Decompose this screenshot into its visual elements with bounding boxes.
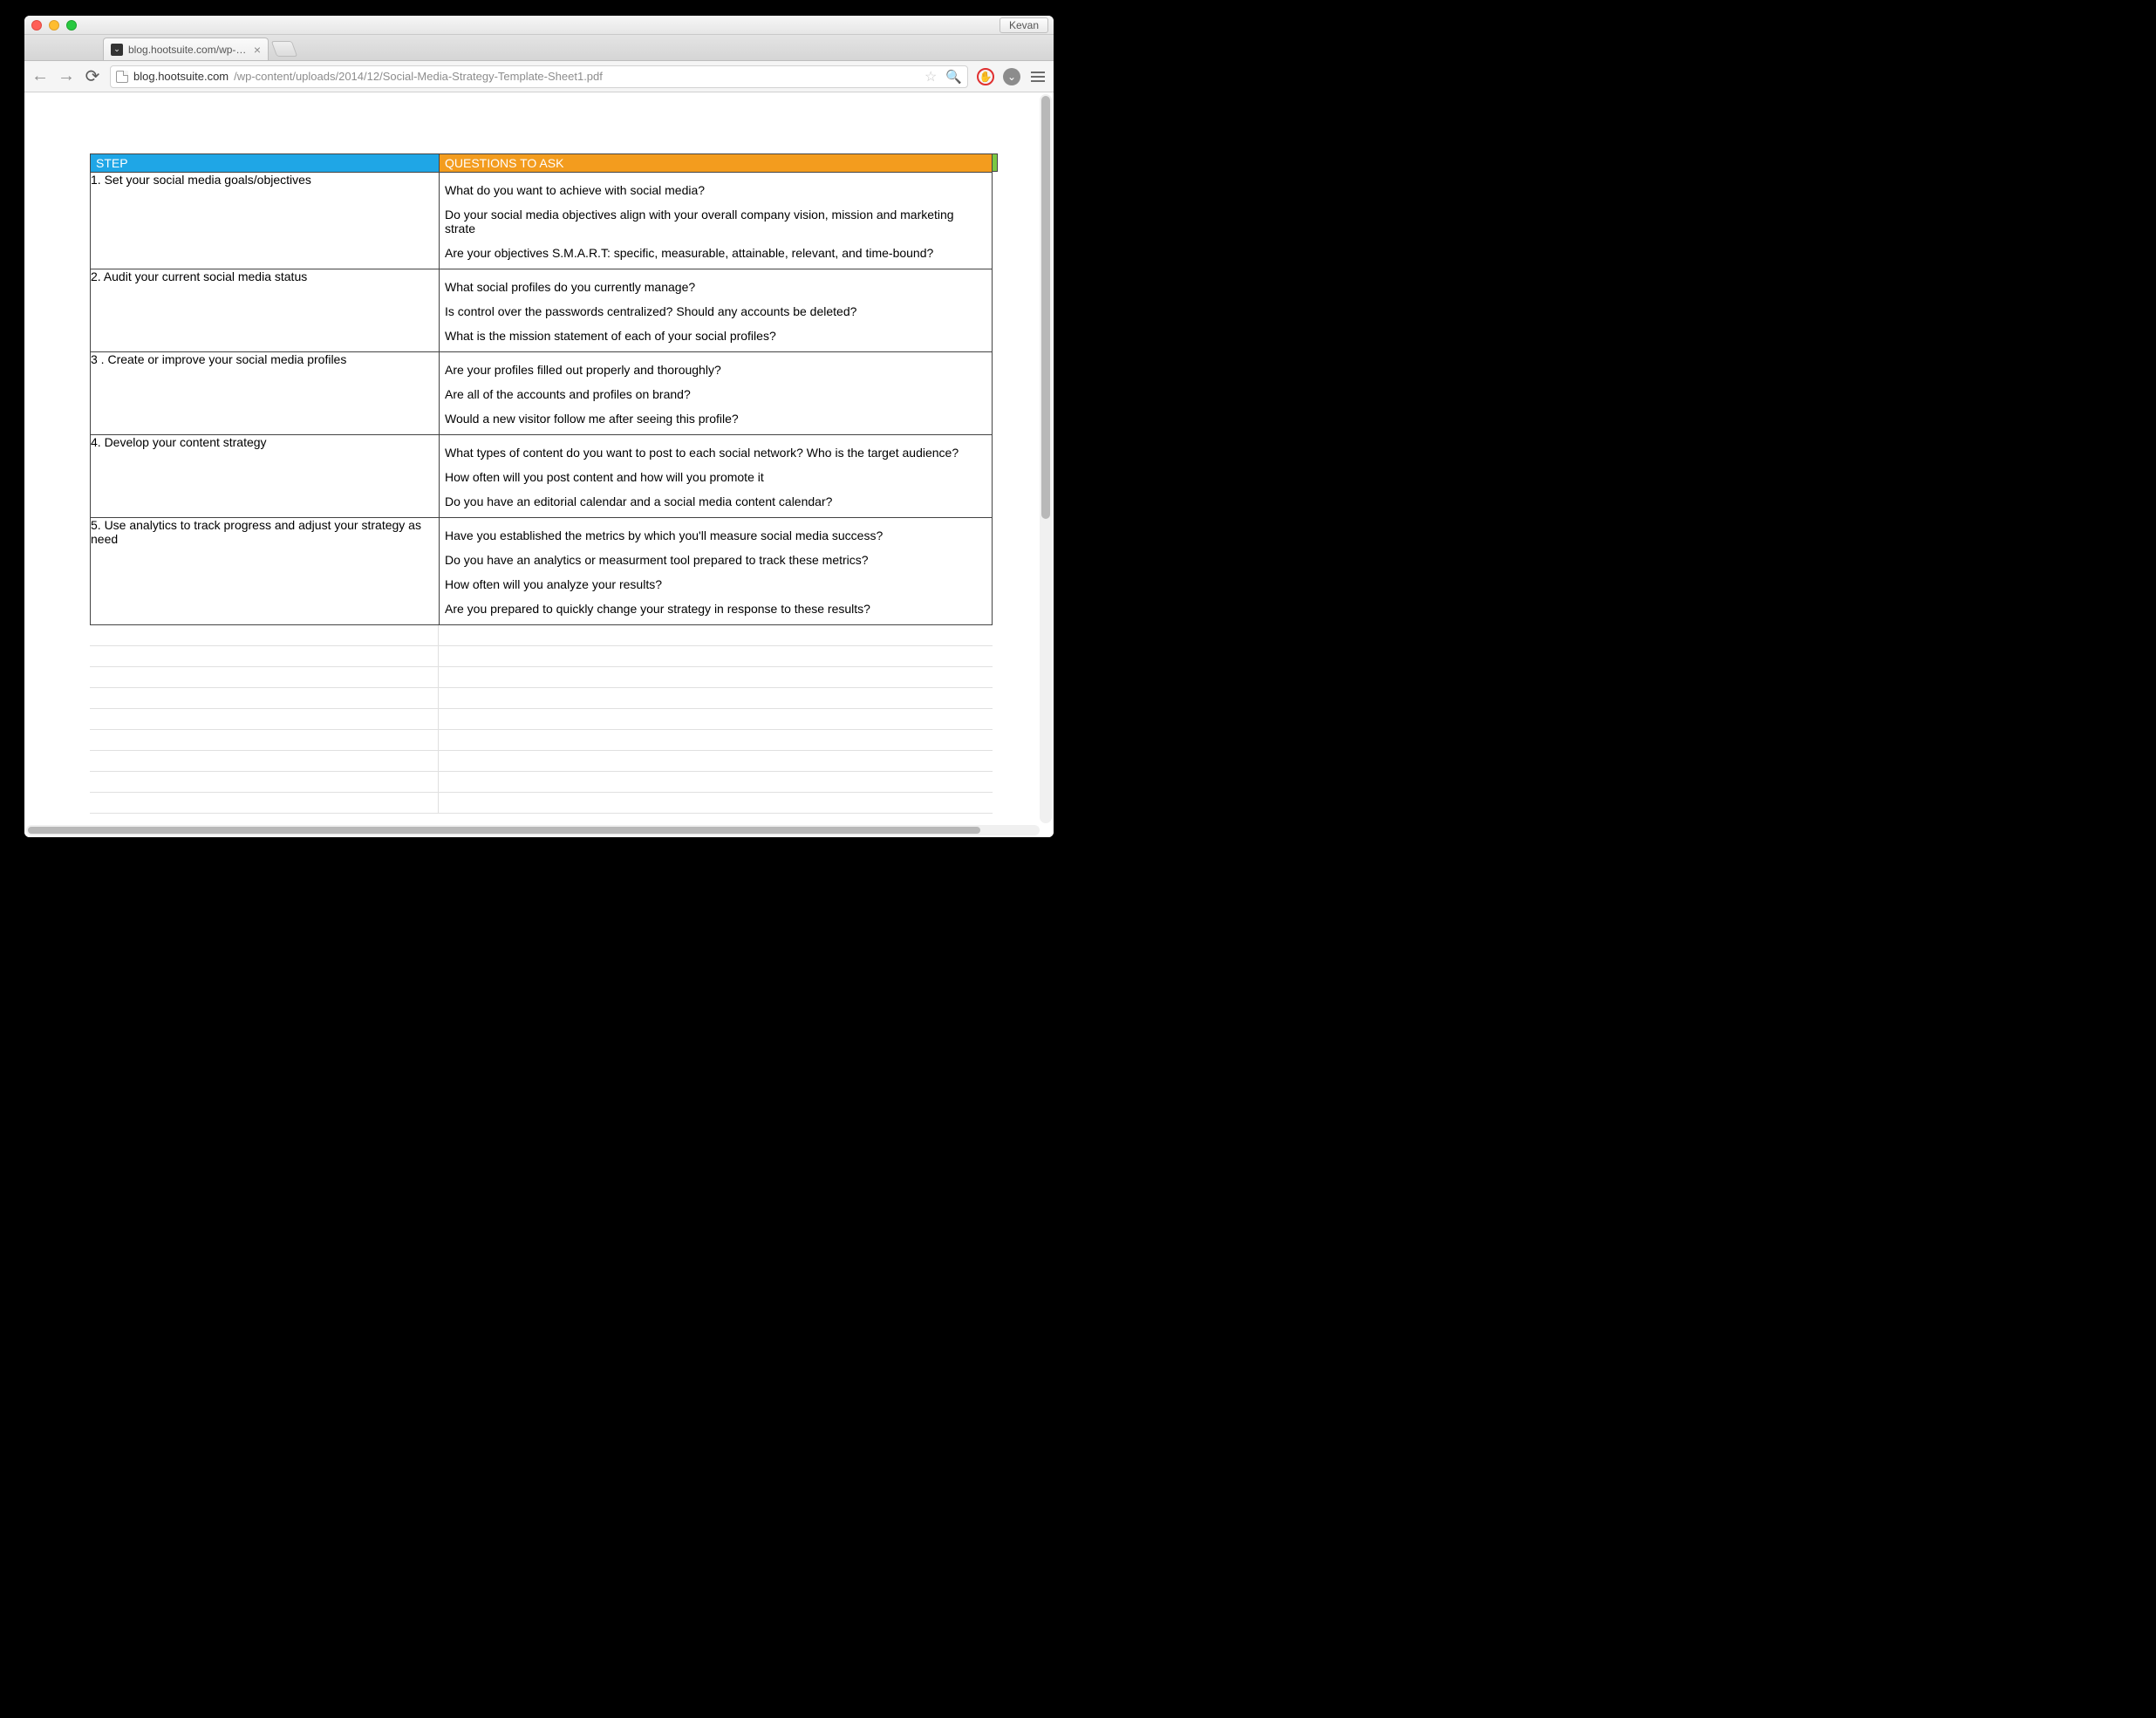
step-cell: 5. Use analytics to track progress and a… <box>91 518 440 625</box>
empty-row <box>90 709 993 730</box>
close-window-icon[interactable] <box>31 20 42 31</box>
question-text: Do you have an editorial calendar and a … <box>445 489 986 514</box>
question-text: What social profiles do you currently ma… <box>445 275 986 299</box>
horizontal-scrollbar[interactable] <box>26 825 1040 835</box>
browser-tab[interactable]: ⌄ blog.hootsuite.com/wp-con × <box>103 37 269 60</box>
column-header-step: STEP <box>91 154 440 173</box>
profile-button[interactable]: Kevan <box>1000 17 1048 33</box>
questions-cell: Have you established the metrics by whic… <box>440 518 993 625</box>
url-path: /wp-content/uploads/2014/12/Social-Media… <box>234 70 603 83</box>
question-text: Would a new visitor follow me after seei… <box>445 406 986 431</box>
empty-row <box>90 625 993 646</box>
maximize-window-icon[interactable] <box>66 20 77 31</box>
bookmark-star-icon[interactable]: ☆ <box>924 68 937 85</box>
zoom-icon[interactable]: 🔍 <box>945 69 962 85</box>
window-controls <box>31 20 77 31</box>
tab-strip: ⌄ blog.hootsuite.com/wp-con × <box>24 35 1054 61</box>
address-bar[interactable]: blog.hootsuite.com/wp-content/uploads/20… <box>110 65 968 88</box>
back-button[interactable]: ← <box>31 66 49 86</box>
step-cell: 3 . Create or improve your social media … <box>91 352 440 435</box>
tab-favicon-icon: ⌄ <box>111 44 123 56</box>
empty-rows <box>90 625 993 814</box>
questions-cell: What types of content do you want to pos… <box>440 435 993 518</box>
extension-pocket-icon[interactable]: ⌄ <box>1003 68 1020 85</box>
menu-button[interactable] <box>1029 70 1047 84</box>
page-viewport: STEP QUESTIONS TO ASK 1. Set your social… <box>24 92 1054 837</box>
new-tab-button[interactable] <box>271 41 298 57</box>
step-cell: 1. Set your social media goals/objective… <box>91 173 440 269</box>
vertical-scroll-thumb[interactable] <box>1041 96 1050 519</box>
horizontal-scroll-thumb[interactable] <box>28 827 980 834</box>
table-row: 5. Use analytics to track progress and a… <box>91 518 993 625</box>
question-text: What is the mission statement of each of… <box>445 324 986 348</box>
question-text: How often will you post content and how … <box>445 465 986 489</box>
close-tab-icon[interactable]: × <box>254 44 261 56</box>
table-row: 4. Develop your content strategyWhat typ… <box>91 435 993 518</box>
strategy-table: STEP QUESTIONS TO ASK 1. Set your social… <box>90 153 993 625</box>
url-host: blog.hootsuite.com <box>133 70 229 83</box>
question-text: Are you prepared to quickly change your … <box>445 597 986 621</box>
question-text: Do you have an analytics or measurment t… <box>445 548 986 572</box>
titlebar: Kevan <box>24 16 1054 35</box>
empty-row <box>90 730 993 751</box>
third-column-sliver <box>993 153 998 172</box>
question-text: Have you established the metrics by whic… <box>445 523 986 548</box>
question-text: How often will you analyze your results? <box>445 572 986 597</box>
empty-row <box>90 772 993 793</box>
table-row: 2. Audit your current social media statu… <box>91 269 993 352</box>
reload-button[interactable]: ⟳ <box>84 65 101 87</box>
column-header-questions: QUESTIONS TO ASK <box>440 154 993 173</box>
questions-cell: Are your profiles filled out properly an… <box>440 352 993 435</box>
page-icon <box>116 71 128 83</box>
empty-row <box>90 667 993 688</box>
table-row: 1. Set your social media goals/objective… <box>91 173 993 269</box>
question-text: What types of content do you want to pos… <box>445 440 986 465</box>
question-text: Do your social media objectives align wi… <box>445 202 986 241</box>
pdf-document: STEP QUESTIONS TO ASK 1. Set your social… <box>24 92 1040 825</box>
tab-title: blog.hootsuite.com/wp-con <box>128 44 249 56</box>
empty-row <box>90 793 993 814</box>
questions-cell: What do you want to achieve with social … <box>440 173 993 269</box>
toolbar: ← → ⟳ blog.hootsuite.com/wp-content/uplo… <box>24 61 1054 92</box>
table-row: 3 . Create or improve your social media … <box>91 352 993 435</box>
vertical-scrollbar[interactable] <box>1040 94 1052 823</box>
browser-window: Kevan ⌄ blog.hootsuite.com/wp-con × ← → … <box>24 16 1054 837</box>
question-text: Are your profiles filled out properly an… <box>445 358 986 382</box>
extension-ublock-icon[interactable]: ✋ <box>977 68 994 85</box>
questions-cell: What social profiles do you currently ma… <box>440 269 993 352</box>
question-text: What do you want to achieve with social … <box>445 178 986 202</box>
step-cell: 2. Audit your current social media statu… <box>91 269 440 352</box>
empty-row <box>90 751 993 772</box>
empty-row <box>90 646 993 667</box>
question-text: Are your objectives S.M.A.R.T: specific,… <box>445 241 986 265</box>
question-text: Is control over the passwords centralize… <box>445 299 986 324</box>
forward-button[interactable]: → <box>58 66 75 86</box>
question-text: Are all of the accounts and profiles on … <box>445 382 986 406</box>
step-cell: 4. Develop your content strategy <box>91 435 440 518</box>
empty-row <box>90 688 993 709</box>
minimize-window-icon[interactable] <box>49 20 59 31</box>
